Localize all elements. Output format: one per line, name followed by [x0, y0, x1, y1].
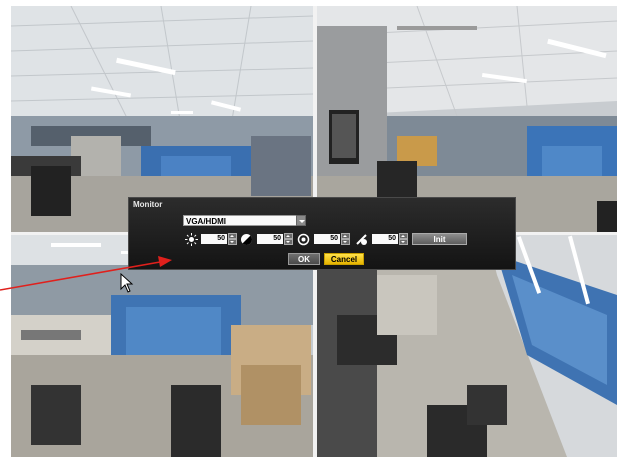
- output-select[interactable]: VGA/HDMI: [183, 215, 306, 226]
- hue-stepper[interactable]: [399, 233, 408, 245]
- contrast-icon: [241, 234, 252, 245]
- init-button[interactable]: Init: [412, 233, 467, 245]
- dialog-title: Monitor: [133, 200, 163, 209]
- monitor-dialog: Monitor VGA/HDMI 50 50 50 50 Init OK Can…: [128, 197, 516, 270]
- chevron-down-icon[interactable]: [296, 215, 306, 226]
- contrast-value[interactable]: 50: [257, 234, 283, 244]
- output-select-value: VGA/HDMI: [186, 217, 226, 226]
- saturation-icon: [297, 233, 310, 246]
- camera-grid: Monitor VGA/HDMI 50 50 50 50 Init OK Can…: [11, 6, 617, 457]
- ok-button[interactable]: OK: [288, 253, 320, 265]
- hue-icon: [356, 234, 367, 245]
- contrast-stepper[interactable]: [284, 233, 293, 245]
- saturation-stepper[interactable]: [341, 233, 350, 245]
- mouse-cursor-icon: [120, 273, 134, 293]
- brightness-icon: [185, 233, 198, 246]
- hue-value[interactable]: 50: [372, 234, 398, 244]
- saturation-value[interactable]: 50: [314, 234, 340, 244]
- brightness-stepper[interactable]: [228, 233, 237, 245]
- brightness-value[interactable]: 50: [201, 234, 227, 244]
- cancel-button[interactable]: Cancel: [324, 253, 364, 265]
